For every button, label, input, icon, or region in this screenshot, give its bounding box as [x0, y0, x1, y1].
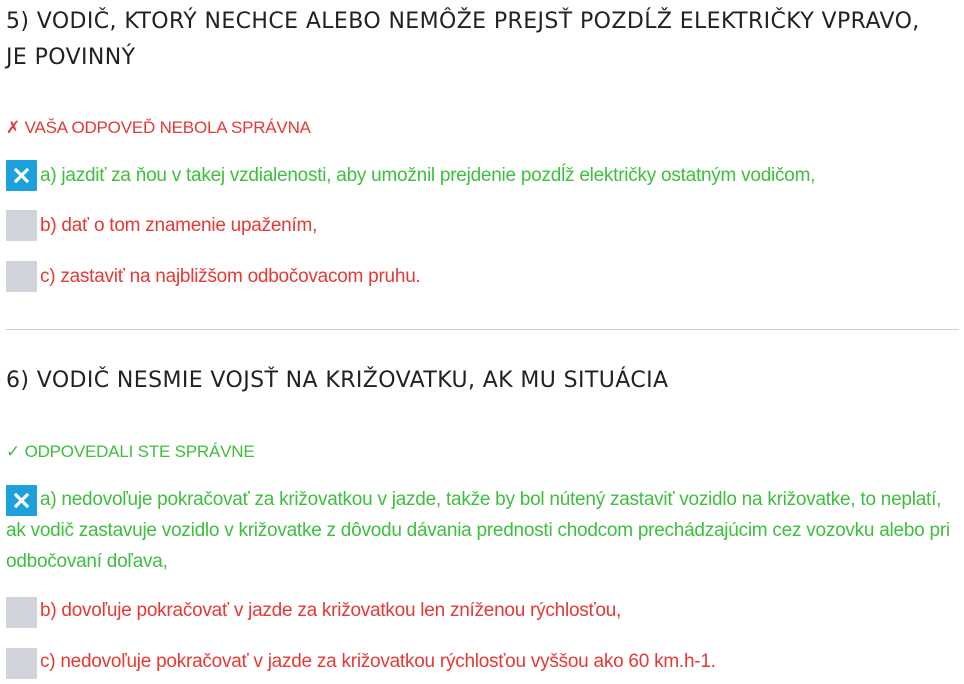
result-status-correct: ✓ ODPOVEDALI STE SPRÁVNE — [6, 442, 255, 461]
answer-text: c) nedovoľuje pokračovať v jazde za križ… — [40, 651, 716, 672]
answer-text: a) nedovoľuje pokračovať za križovatkou … — [6, 489, 950, 572]
answer-checkbox[interactable] — [6, 648, 37, 679]
answer-text: b) dovoľuje pokračovať v jazde za križov… — [40, 600, 622, 621]
close-icon — [13, 167, 30, 184]
answer-text: a) jazdiť za ňou v takej vzdialenosti, a… — [40, 165, 816, 186]
answer-text: c) zastaviť na najbližšom odbočovacom pr… — [40, 266, 421, 287]
question-divider — [6, 329, 959, 330]
result-status-wrong: ✗ VAŠA ODPOVEĎ NEBOLA SPRÁVNA — [6, 118, 311, 137]
answer-checkbox-checked[interactable] — [6, 160, 37, 191]
answer-checkbox[interactable] — [6, 261, 37, 292]
question-title: 6) VODIČ NESMIE VOJSŤ NA KRIŽOVATKU, AK … — [6, 368, 669, 393]
answer-text: b) dať o tom znamenie upažením, — [40, 215, 318, 236]
answer-checkbox[interactable] — [6, 597, 37, 628]
answer-checkbox[interactable] — [6, 210, 37, 241]
question-title: 5) VODIČ, KTORÝ NECHCE ALEBO NEMÔŽE PREJ… — [6, 9, 920, 70]
